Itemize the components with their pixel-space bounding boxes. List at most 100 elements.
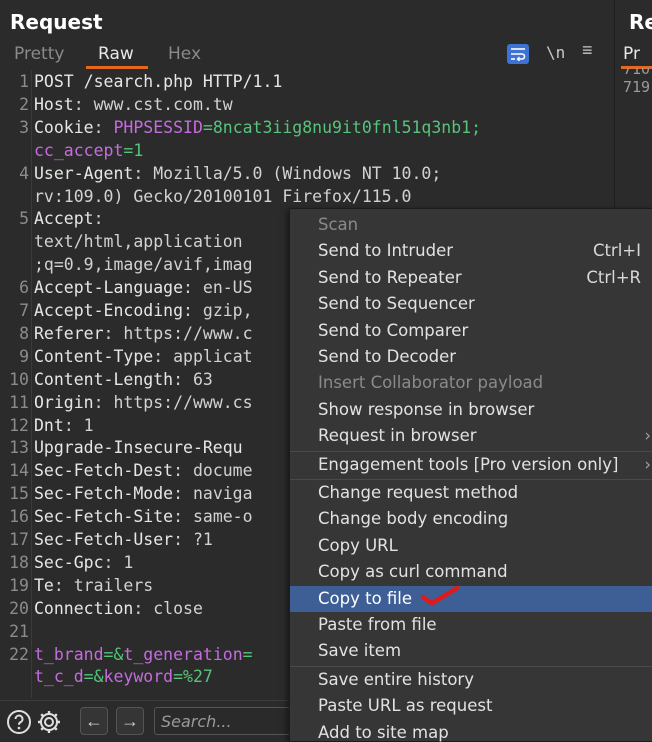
code-token: : en-US <box>183 278 253 298</box>
menu-item-label: Send to Repeater <box>318 267 462 287</box>
menu-item-send-to-repeater[interactable]: Send to Repeater Ctrl+R <box>290 265 652 292</box>
editor-line: 4 User-Agent: Mozilla/5.0 (Windows NT 10.… <box>0 162 614 185</box>
line-number: 19 <box>9 575 29 595</box>
code-token: Te <box>34 575 54 595</box>
code-token: : 63 <box>173 369 213 389</box>
show-newlines-button[interactable]: \n <box>546 43 565 62</box>
search-input[interactable] <box>161 711 289 731</box>
menu-item-label: Send to Sequencer <box>318 294 475 314</box>
code-token: rv:109.0) Gecko/20100101 Firefox/115.0 <box>34 186 412 206</box>
menu-item-label: Change body encoding <box>318 509 509 529</box>
line-number: 8 <box>19 323 29 343</box>
next-match-button[interactable]: → <box>116 707 144 735</box>
menu-item-send-to-decoder[interactable]: Send to Decoder <box>290 344 652 371</box>
line-code: ;q=0.9,image/avif,imag <box>34 253 253 276</box>
response-line: 719 <box>623 78 651 96</box>
line-number: 22 <box>9 644 29 664</box>
menu-item-label: Save item <box>318 641 402 661</box>
code-token: : 1 <box>63 415 94 435</box>
menu-item-save-entire-history[interactable]: Save entire history <box>290 667 652 694</box>
menu-item-label: Insert Collaborator payload <box>318 373 544 393</box>
menu-item-label: Send to Intruder <box>318 241 454 261</box>
hamburger-menu-icon[interactable]: ≡ <box>582 40 593 61</box>
code-token: User-Agent <box>34 163 134 183</box>
line-number: 18 <box>9 552 29 572</box>
line-code: Host: www.cst.com.tw <box>34 93 233 116</box>
line-code: Accept-Encoding: gzip, <box>34 299 253 322</box>
menu-item-send-to-intruder[interactable]: Send to Intruder Ctrl+I <box>290 238 652 265</box>
menu-item-label: Copy as curl command <box>318 562 508 582</box>
menu-item-change-request-method[interactable]: Change request method <box>290 480 652 507</box>
line-code: Connection: close <box>34 597 203 620</box>
menu-item-add-to-site-map[interactable]: Add to site map <box>290 720 652 742</box>
code-token: text/html,application <box>34 232 243 252</box>
code-token: t_c_d <box>34 667 84 687</box>
help-icon[interactable] <box>6 709 32 735</box>
code-token: : https://www.c <box>103 323 253 343</box>
code-token: =1 <box>123 140 144 160</box>
menu-item-shortcut: Ctrl+I <box>592 241 641 261</box>
line-code: Content-Type: applicat <box>34 345 253 368</box>
context-menu: Scan Send to Intruder Ctrl+I Send to Repeat… <box>289 208 652 742</box>
line-number: 3 <box>19 117 29 137</box>
tab-response-pretty[interactable]: Pr <box>623 44 640 64</box>
code-token: Host <box>34 94 74 114</box>
line-number: 15 <box>9 484 29 504</box>
line-number: 9 <box>19 346 29 366</box>
menu-item-send-to-sequencer[interactable]: Send to Sequencer <box>290 291 652 318</box>
previous-match-button[interactable]: ← <box>80 707 108 735</box>
line-code: cc_accept=1 <box>34 139 143 162</box>
menu-item-copy-to-file[interactable]: Copy to file <box>290 585 652 613</box>
code-token: Content-Length <box>34 369 174 389</box>
menu-item-paste-url-as-request[interactable]: Paste URL as request <box>290 693 652 720</box>
code-token: Sec-Fetch-Mode <box>34 484 174 504</box>
tab-raw[interactable]: Raw <box>98 44 134 64</box>
line-code: rv:109.0) Gecko/20100101 Firefox/115.0 <box>34 185 412 208</box>
menu-item-label: Request in browser <box>318 426 477 446</box>
line-number: 13 <box>9 438 29 458</box>
menu-item-engagement-tools-pro-version-only[interactable]: Engagement tools [Pro version only] › <box>290 452 652 479</box>
line-code: Sec-Fetch-User: ?1 <box>34 528 213 551</box>
submenu-arrow-icon: › <box>644 454 651 474</box>
menu-item-paste-from-file[interactable]: Paste from file <box>290 612 652 639</box>
word-wrap-button[interactable] <box>507 44 529 64</box>
line-code: Te: trailers <box>34 574 153 597</box>
menu-item-copy-url[interactable]: Copy URL <box>290 533 652 560</box>
line-number: 12 <box>9 415 29 435</box>
line-number: 7 <box>19 301 29 320</box>
code-token: : ?1 <box>173 530 213 549</box>
code-token: Sec-Fetch-User <box>34 530 174 549</box>
menu-item-change-body-encoding[interactable]: Change body encoding <box>290 506 652 533</box>
code-token: =8ncat3iig8nu9it0fnl51q3nb1; <box>202 117 482 137</box>
menu-item-copy-as-curl-command[interactable]: Copy as curl command <box>290 559 652 586</box>
editor-line: 2 Host: www.cst.com.tw <box>0 93 614 116</box>
code-token: : https://www.cs <box>93 392 253 412</box>
menu-item-label: Add to site map <box>318 722 449 742</box>
menu-item-label: Save entire history <box>318 669 474 689</box>
menu-item-save-item[interactable]: Save item <box>290 638 652 665</box>
tab-pretty[interactable]: Pretty <box>14 44 64 64</box>
menu-item-request-in-browser[interactable]: Request in browser › <box>290 423 652 450</box>
line-number: 2 <box>19 94 29 114</box>
line-code: t_c_d=&keyword=%27 <box>34 665 213 688</box>
code-token: : applicat <box>153 346 253 366</box>
menu-item-show-response-in-browser[interactable]: Show response in browser <box>290 397 652 424</box>
line-code: Sec-Fetch-Site: same-o <box>34 505 253 528</box>
settings-gear-icon[interactable] <box>36 709 62 735</box>
code-token: =& <box>83 667 104 687</box>
active-tab-indicator <box>86 66 148 69</box>
code-token: =& <box>103 644 124 664</box>
arrow-left-icon: ← <box>85 711 103 731</box>
line-number: 11 <box>9 392 29 412</box>
line-number: 4 <box>19 163 29 183</box>
editor-line: 3 Cookie: PHPSESSID=8ncat3iig8nu9it0fnl51… <box>0 116 614 139</box>
menu-item-send-to-comparer[interactable]: Send to Comparer <box>290 318 652 345</box>
code-token: Accept <box>34 209 94 229</box>
menu-item-insert-collaborator-payload: Insert Collaborator payload <box>290 370 652 397</box>
line-code: t_brand=&t_generation= <box>34 643 253 666</box>
menu-item-label: Engagement tools [Pro version only] <box>318 454 619 474</box>
editor-line: rv:109.0) Gecko/20100101 Firefox/115.0 <box>0 185 614 208</box>
code-token: Accept-Language <box>34 278 184 298</box>
tab-hex[interactable]: Hex <box>168 44 201 64</box>
menu-item-scan: Scan <box>290 212 652 239</box>
